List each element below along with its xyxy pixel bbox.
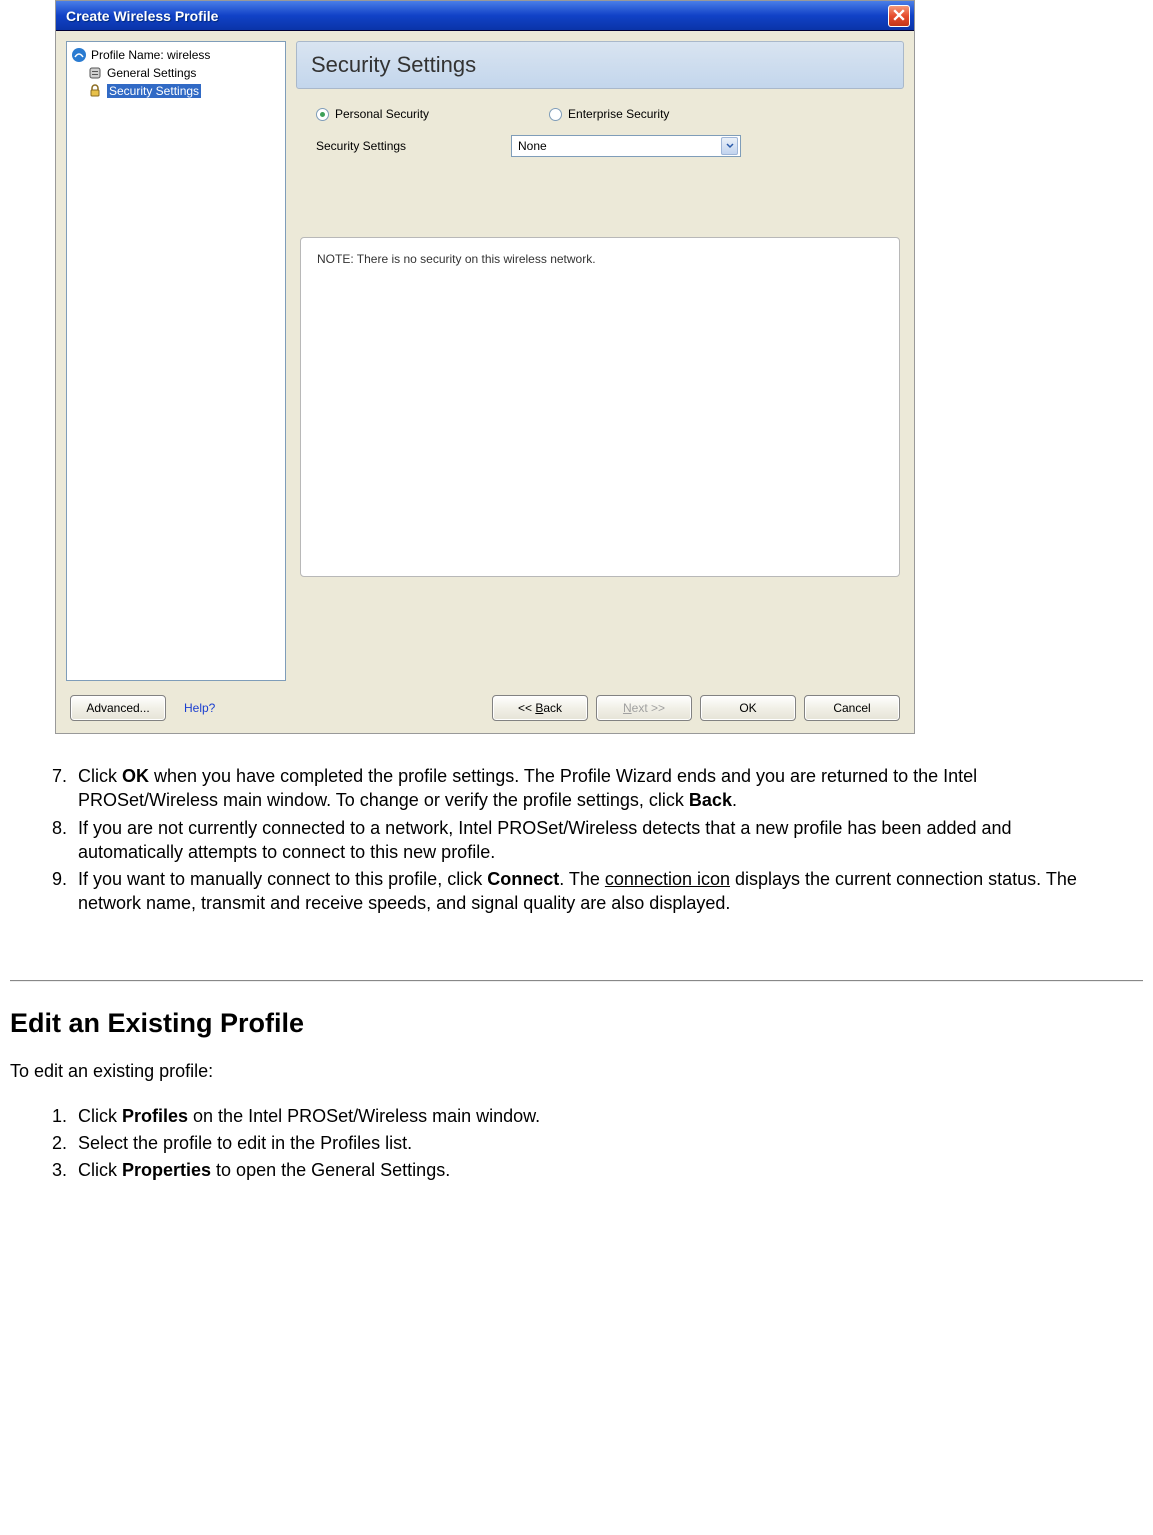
dropdown-value: None <box>518 139 547 153</box>
next-button[interactable]: Next >> <box>596 695 692 721</box>
radio-label: Enterprise Security <box>568 107 669 121</box>
list-item: If you are not currently connected to a … <box>72 816 1111 865</box>
radio-personal-security[interactable]: Personal Security <box>316 107 429 121</box>
connection-icon-link[interactable]: connection icon <box>605 869 730 889</box>
close-icon <box>893 8 905 24</box>
button-label: Advanced... <box>86 701 149 715</box>
tree-label: Profile Name: wireless <box>91 48 210 62</box>
radio-label: Personal Security <box>335 107 429 121</box>
advanced-button[interactable]: Advanced... <box>70 695 166 721</box>
lock-icon <box>87 83 103 99</box>
radio-icon <box>549 108 562 121</box>
button-label: Next >> <box>623 701 665 715</box>
panel-heading: Security Settings <box>296 41 904 89</box>
divider <box>10 980 1143 982</box>
close-button[interactable] <box>888 5 910 27</box>
security-type-radios: Personal Security Enterprise Security <box>296 103 904 135</box>
note-panel: NOTE: There is no security on this wirel… <box>300 237 900 577</box>
tree-item-security-settings[interactable]: Security Settings <box>69 82 283 100</box>
document-body: Click OK when you have completed the pro… <box>0 754 1153 956</box>
help-link[interactable]: Help? <box>184 701 215 715</box>
security-settings-row: Security Settings None <box>296 135 904 177</box>
tree-item-profile-name[interactable]: Profile Name: wireless <box>69 46 283 64</box>
note-text: NOTE: There is no security on this wirel… <box>317 252 596 266</box>
tree-item-general-settings[interactable]: General Settings <box>69 64 283 82</box>
list-item: If you want to manually connect to this … <box>72 867 1111 916</box>
list-item: Click Properties to open the General Set… <box>72 1158 1111 1182</box>
settings-panel: Security Settings Personal Security Ente… <box>296 41 904 681</box>
network-icon <box>71 47 87 63</box>
button-label: Cancel <box>833 701 870 715</box>
tree-label: Security Settings <box>107 84 201 98</box>
back-button[interactable]: << Back <box>492 695 588 721</box>
nav-tree[interactable]: Profile Name: wireless General Settings … <box>66 41 286 681</box>
intro-text: To edit an existing profile: <box>10 1061 1153 1082</box>
chevron-down-icon <box>721 137 738 155</box>
cancel-button[interactable]: Cancel <box>804 695 900 721</box>
dialog-body: Profile Name: wireless General Settings … <box>56 31 914 733</box>
tree-label: General Settings <box>107 66 196 80</box>
settings-icon <box>87 65 103 81</box>
list-item: Select the profile to edit in the Profil… <box>72 1131 1111 1155</box>
dialog-title: Create Wireless Profile <box>66 8 218 24</box>
dialog-titlebar[interactable]: Create Wireless Profile <box>56 1 914 31</box>
security-settings-dropdown[interactable]: None <box>511 135 741 157</box>
dialog-button-row: Advanced... Help? << Back Next >> OK Can… <box>66 681 904 723</box>
button-label: << Back <box>518 701 562 715</box>
list-item: Click Profiles on the Intel PROSet/Wirel… <box>72 1104 1111 1128</box>
radio-icon <box>316 108 329 121</box>
ok-button[interactable]: OK <box>700 695 796 721</box>
dropdown-label: Security Settings <box>316 139 501 153</box>
radio-enterprise-security[interactable]: Enterprise Security <box>549 107 669 121</box>
section-heading: Edit an Existing Profile <box>10 1008 1153 1039</box>
list-item: Click OK when you have completed the pro… <box>72 764 1111 813</box>
wireless-profile-dialog: Create Wireless Profile Profile Name: wi… <box>55 0 915 734</box>
edit-profile-steps: Click Profiles on the Intel PROSet/Wirel… <box>10 1104 1111 1183</box>
instruction-list-continued: Click OK when you have completed the pro… <box>10 764 1111 916</box>
button-label: OK <box>739 701 756 715</box>
